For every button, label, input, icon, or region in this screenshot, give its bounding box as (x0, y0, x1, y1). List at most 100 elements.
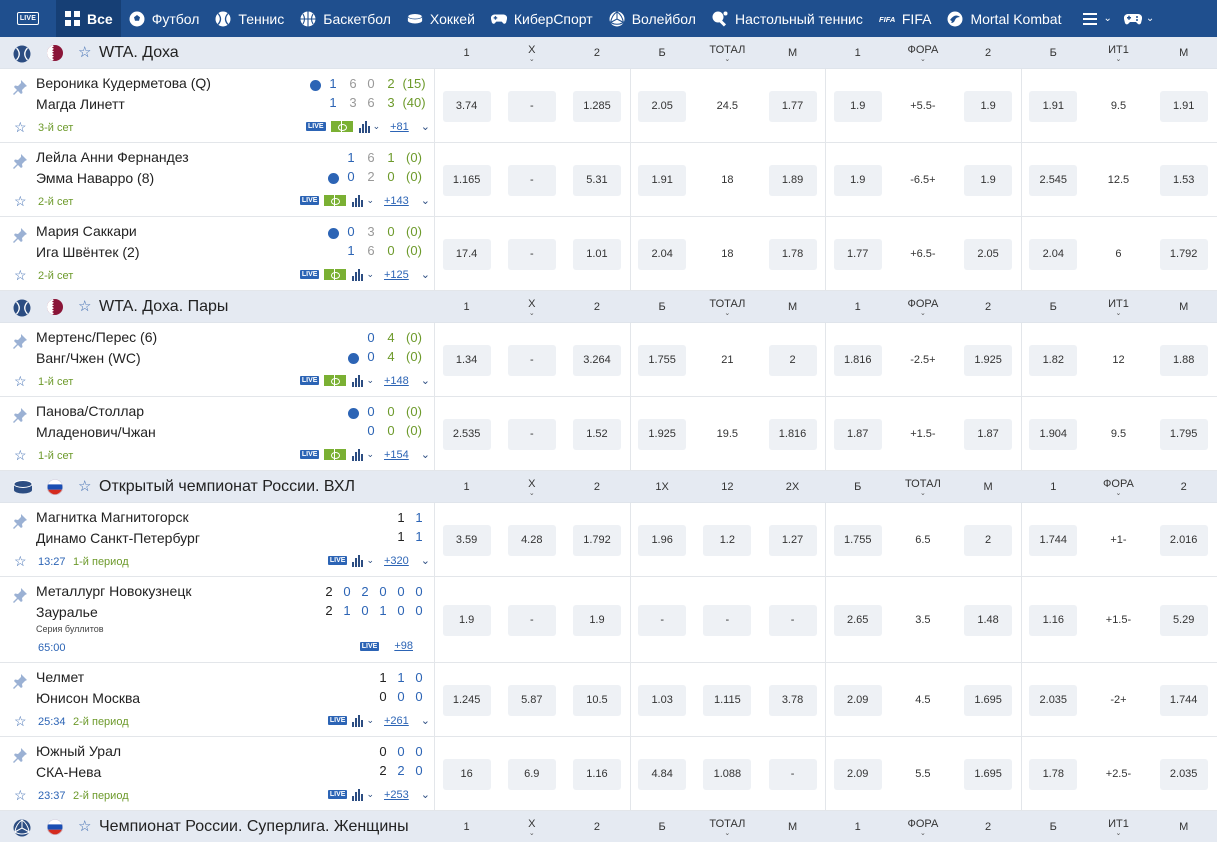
star-icon[interactable]: ☆ (14, 119, 27, 136)
more-markets-link[interactable]: +261 (384, 715, 409, 727)
odds-button[interactable]: 1.53 (1159, 164, 1208, 196)
team-away[interactable]: СКА-Нева (36, 764, 101, 780)
odds-button[interactable]: 1.89 (768, 164, 817, 196)
odds-button[interactable]: 17.4 (442, 238, 491, 270)
statistics-icon[interactable] (352, 374, 364, 387)
more-markets-link[interactable]: +320 (384, 555, 409, 567)
odds-button[interactable]: 2.09 (833, 684, 882, 716)
chevron-down-icon[interactable]: ⌄ (421, 554, 430, 567)
odds-button[interactable]: 1.165 (442, 164, 491, 196)
field-tracker-icon[interactable] (324, 269, 347, 280)
nav-item-3[interactable]: Теннис (207, 0, 292, 37)
odds-button[interactable]: 2.016 (1159, 524, 1208, 556)
odds-button[interactable]: 1.52 (572, 418, 621, 450)
live-stream-icon[interactable]: LIVE (359, 641, 380, 651)
odds-button[interactable]: 1.285 (572, 90, 621, 122)
odds-button[interactable]: 1.744 (1159, 684, 1208, 716)
odds-button[interactable]: 3.264 (572, 344, 621, 376)
star-icon[interactable]: ☆ (78, 477, 91, 495)
odds-button[interactable]: 1.115 (703, 684, 752, 716)
live-stream-icon[interactable]: LIVE (306, 122, 326, 131)
pin-icon[interactable] (12, 407, 28, 423)
pin-icon[interactable] (12, 79, 28, 95)
market-header[interactable]: ФОРА ⌄ (1086, 471, 1151, 503)
star-icon[interactable]: ☆ (14, 447, 27, 464)
team-home[interactable]: Мертенс/Перес (6) (36, 329, 157, 345)
star-icon[interactable]: ☆ (14, 713, 27, 730)
odds-button[interactable]: 1.925 (964, 344, 1013, 376)
market-header[interactable]: X ⌄ (499, 291, 564, 323)
pin-icon[interactable] (12, 227, 28, 243)
odds-button[interactable]: 1.27 (768, 524, 817, 556)
odds-button[interactable]: 2.04 (638, 238, 687, 270)
odds-button[interactable]: 1.16 (1029, 604, 1078, 636)
team-home[interactable]: Вероника Кудерметова (Q) (36, 75, 211, 91)
odds-button[interactable]: 1.9 (572, 604, 621, 636)
more-markets-link[interactable]: +253 (384, 789, 409, 801)
team-away[interactable]: Юнисон Москва (36, 690, 140, 706)
odds-button[interactable]: 1.695 (964, 758, 1013, 790)
odds-button[interactable]: - (638, 604, 687, 636)
games-menu-button[interactable]: ⌄ (1120, 0, 1162, 37)
odds-button[interactable]: 2.04 (1029, 238, 1078, 270)
odds-button[interactable]: 1.245 (442, 684, 491, 716)
live-logo[interactable]: LIVE (0, 0, 56, 37)
market-header[interactable]: X ⌄ (499, 37, 564, 69)
more-markets-link[interactable]: +125 (384, 269, 409, 281)
odds-button[interactable]: 1.792 (572, 524, 621, 556)
odds-button[interactable]: 2.65 (833, 604, 882, 636)
star-icon[interactable]: ☆ (14, 193, 27, 210)
more-markets-link[interactable]: +154 (384, 449, 409, 461)
odds-button[interactable]: 1.9 (833, 164, 882, 196)
odds-button[interactable]: 4.28 (507, 524, 556, 556)
team-away[interactable]: Динамо Санкт-Петербург (36, 530, 200, 546)
nav-item-8[interactable]: Настольный теннис (704, 0, 871, 37)
team-away[interactable]: Эмма Наварро (8) (36, 170, 154, 186)
odds-button[interactable]: 1.755 (638, 344, 687, 376)
odds-button[interactable]: 16 (442, 758, 491, 790)
live-stream-icon[interactable]: LIVE (299, 450, 320, 459)
odds-button[interactable]: - (507, 344, 556, 376)
nav-item-2[interactable]: Футбол (121, 0, 208, 37)
live-stream-icon[interactable]: LIVE (327, 716, 348, 725)
market-header[interactable]: X ⌄ (499, 811, 564, 842)
odds-button[interactable]: 1.91 (1159, 90, 1208, 122)
team-home[interactable]: Металлург Новокузнецк (36, 583, 191, 599)
star-icon[interactable]: ☆ (14, 787, 27, 804)
team-away[interactable]: Магда Линетт (36, 96, 125, 112)
odds-button[interactable]: 2.035 (1029, 684, 1078, 716)
nav-item-4[interactable]: Баскетбол (292, 0, 399, 37)
statistics-icon[interactable] (358, 120, 371, 133)
star-icon[interactable]: ☆ (78, 817, 91, 835)
market-header[interactable]: ТОТАЛ ⌄ (890, 471, 955, 503)
odds-button[interactable]: 6.9 (507, 758, 556, 790)
market-header[interactable]: ФОРА ⌄ (890, 811, 955, 842)
market-header[interactable]: ТОТАЛ ⌄ (695, 291, 760, 323)
nav-item-6[interactable]: КиберСпорт (483, 0, 601, 37)
chevron-down-icon[interactable]: ⌄ (421, 788, 430, 801)
market-header[interactable]: ТОТАЛ ⌄ (695, 811, 760, 842)
more-markets-link[interactable]: +98 (394, 640, 413, 652)
pin-icon[interactable] (12, 587, 28, 603)
odds-button[interactable]: - (703, 604, 752, 636)
odds-button[interactable]: 1.744 (1029, 524, 1078, 556)
pin-icon[interactable] (12, 673, 28, 689)
odds-button[interactable]: 1.088 (703, 758, 752, 790)
pin-icon[interactable] (12, 333, 28, 349)
odds-button[interactable]: 2.05 (964, 238, 1013, 270)
menu-more-button[interactable]: ⌄ (1069, 0, 1119, 37)
odds-button[interactable]: 2.035 (1159, 758, 1208, 790)
market-header[interactable]: ТОТАЛ ⌄ (695, 37, 760, 69)
odds-button[interactable]: 1.795 (1159, 418, 1208, 450)
odds-button[interactable]: 5.29 (1159, 604, 1208, 636)
odds-button[interactable]: 1.03 (638, 684, 687, 716)
pin-icon[interactable] (12, 153, 28, 169)
odds-button[interactable]: 1.82 (1029, 344, 1078, 376)
odds-button[interactable]: 1.77 (768, 90, 817, 122)
team-home[interactable]: Магнитка Магнитогорск (36, 509, 189, 525)
odds-button[interactable]: 2.09 (833, 758, 882, 790)
statistics-icon[interactable] (352, 194, 364, 207)
star-icon[interactable]: ☆ (78, 297, 91, 315)
nav-item-1[interactable]: Все (56, 0, 121, 37)
odds-button[interactable]: 1.96 (638, 524, 687, 556)
